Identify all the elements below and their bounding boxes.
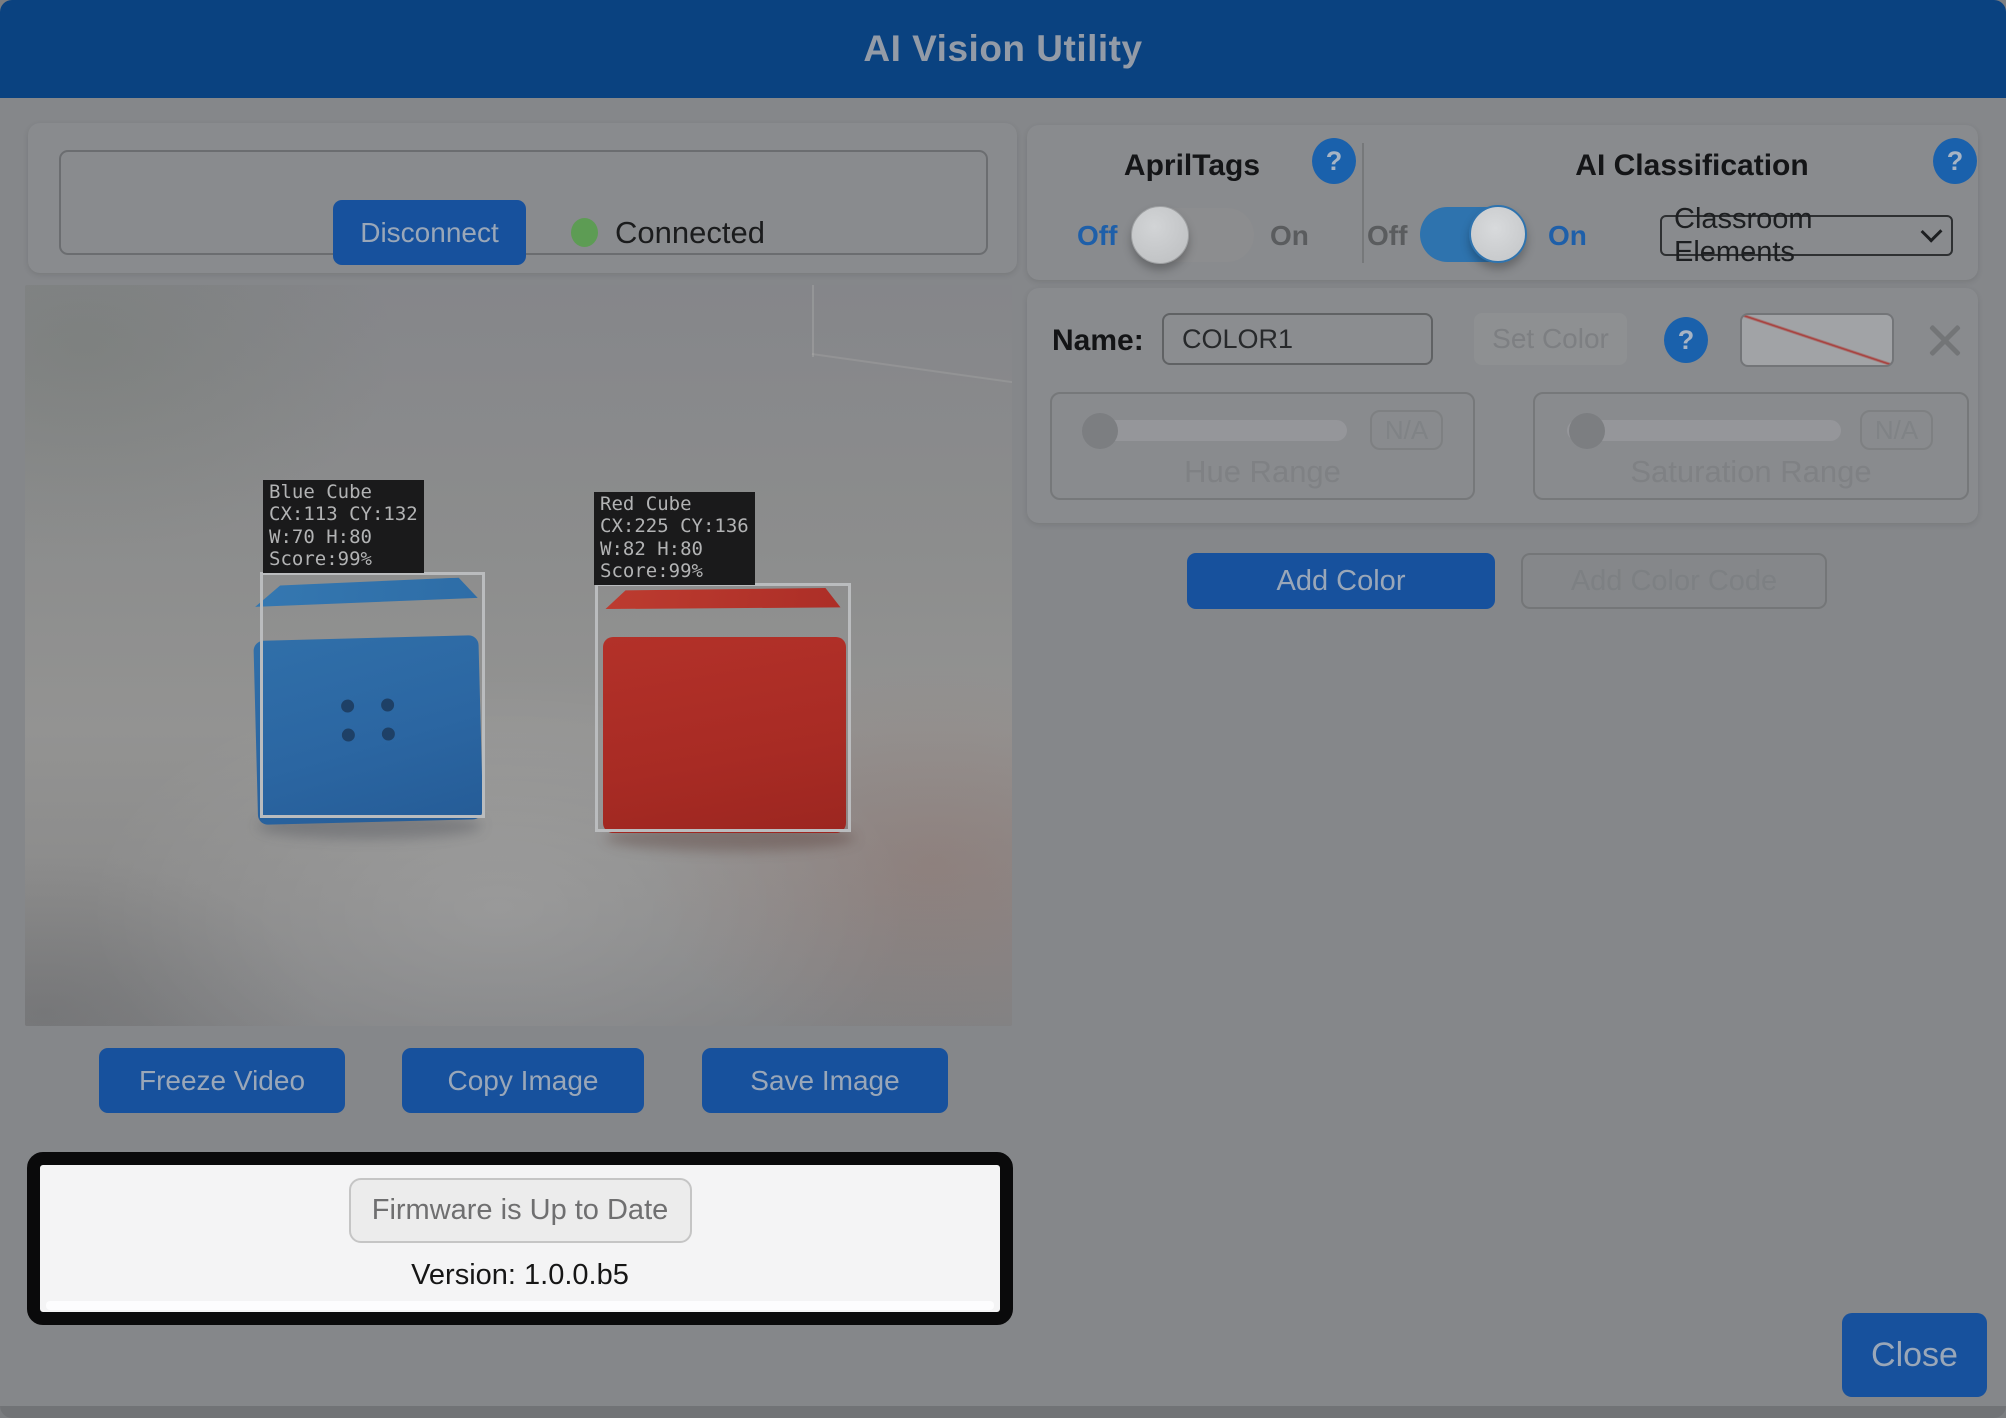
color-name-input[interactable] [1162, 313, 1433, 365]
ai-classification-help-icon[interactable]: ? [1933, 138, 1977, 184]
color-signature-panel: Name: Set Color ? N/A Hue Range N/A Satu… [1027, 288, 1978, 523]
blue-cube-bounding-box [260, 572, 485, 818]
apriltags-toggle[interactable] [1137, 208, 1254, 262]
disconnect-button[interactable]: Disconnect [333, 200, 526, 265]
firmware-status-button[interactable]: Firmware is Up to Date [349, 1178, 692, 1243]
connected-status-icon [571, 218, 598, 247]
detection-line: W:70 H:80 [269, 526, 372, 548]
connection-status-box: Disconnect Connected [59, 150, 988, 255]
hue-range-label: Hue Range [1052, 454, 1473, 490]
divider [1362, 143, 1364, 263]
wall-edge-line [812, 353, 1012, 384]
ai-classification-off-label: Off [1367, 220, 1407, 252]
saturation-range-group: N/A Saturation Range [1533, 392, 1969, 500]
remove-color-icon[interactable] [1926, 321, 1964, 359]
add-color-code-button[interactable]: Add Color Code [1521, 553, 1827, 609]
saturation-value-badge: N/A [1860, 410, 1933, 450]
ai-classification-toggle[interactable] [1420, 207, 1524, 262]
ai-classification-heading: AI Classification [1557, 149, 1827, 183]
red-cube-detection-label: Red CubeCX:225 CY:136W:82 H:80Score:99% [594, 492, 755, 585]
add-color-button[interactable]: Add Color [1187, 553, 1495, 609]
ai-model-selected-value: Classroom Elements [1674, 203, 1924, 269]
set-color-help-icon[interactable]: ? [1664, 317, 1708, 363]
firmware-version-text: Version: 1.0.0.b5 [411, 1259, 629, 1292]
title-bar: AI Vision Utility [0, 0, 2006, 98]
apriltags-off-label: Off [1077, 220, 1117, 252]
set-color-button[interactable]: Set Color [1474, 313, 1627, 365]
red-cube-bounding-box [595, 583, 851, 832]
toggle-knob [1469, 205, 1527, 263]
detection-line: Red Cube [600, 493, 692, 515]
ai-model-dropdown[interactable]: Classroom Elements [1660, 215, 1953, 256]
connection-panel: Disconnect Connected [28, 123, 1017, 273]
apriltags-help-icon[interactable]: ? [1312, 138, 1356, 184]
connection-status-text: Connected [615, 215, 765, 251]
hue-slider-track[interactable] [1084, 420, 1347, 441]
saturation-slider-knob[interactable] [1569, 413, 1605, 449]
wall-corner-line [812, 285, 814, 357]
detection-line: Score:99% [269, 548, 372, 570]
hue-value-badge: N/A [1370, 410, 1443, 450]
name-label: Name: [1052, 324, 1144, 358]
detection-modes-panel: AprilTags ? Off On AI Classification ? O… [1027, 125, 1978, 280]
detection-line: CX:113 CY:132 [269, 503, 418, 525]
hue-range-group: N/A Hue Range [1050, 392, 1475, 500]
close-button[interactable]: Close [1842, 1313, 1987, 1397]
detection-line: Score:99% [600, 560, 703, 582]
ai-classification-on-label: On [1548, 220, 1587, 252]
detection-line: CX:225 CY:136 [600, 515, 749, 537]
saturation-range-label: Saturation Range [1535, 454, 1967, 490]
copy-image-button[interactable]: Copy Image [402, 1048, 644, 1113]
save-image-button[interactable]: Save Image [702, 1048, 948, 1113]
firmware-panel: Firmware is Up to Date Version: 1.0.0.b5 [27, 1152, 1013, 1325]
blue-cube-detection-label: Blue CubeCX:113 CY:132W:70 H:80Score:99% [263, 480, 424, 573]
apriltags-heading: AprilTags [1092, 149, 1292, 183]
hue-slider-knob[interactable] [1082, 413, 1118, 449]
apriltags-on-label: On [1270, 220, 1309, 252]
toggle-knob [1131, 206, 1189, 264]
page-title: AI Vision Utility [863, 28, 1142, 70]
camera-feed: Blue CubeCX:113 CY:132W:70 H:80Score:99%… [25, 285, 1012, 1026]
color-swatch-empty [1740, 313, 1894, 367]
saturation-slider-track[interactable] [1567, 420, 1841, 441]
ai-vision-utility-dialog: AI Vision Utility Disconnect Connected [0, 0, 2006, 1418]
detection-line: Blue Cube [269, 481, 372, 503]
window-bottom-edge [0, 1406, 2006, 1418]
freeze-video-button[interactable]: Freeze Video [99, 1048, 345, 1113]
detection-line: W:82 H:80 [600, 538, 703, 560]
